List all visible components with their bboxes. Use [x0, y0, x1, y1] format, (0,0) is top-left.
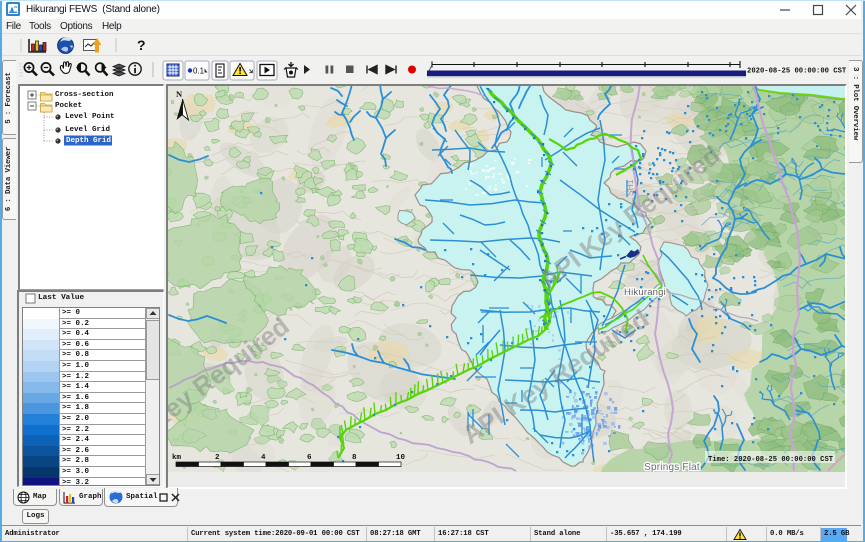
svg-text:?: ? — [137, 37, 146, 53]
svg-text:10: 10 — [396, 454, 406, 462]
svg-text:2: 2 — [215, 454, 220, 462]
svg-text:0.1: 0.1 — [193, 67, 205, 76]
svg-text:8: 8 — [352, 454, 357, 462]
svg-text:6: 6 — [307, 454, 312, 462]
svg-text:Hikurangi: Hikurangi — [624, 287, 666, 298]
svg-text:Time: 2020-08-25 00:00:00 CST: Time: 2020-08-25 00:00:00 CST — [708, 456, 834, 464]
svg-text:2020-08-25 00:00:00 CST: 2020-08-25 00:00:00 CST — [747, 68, 847, 76]
svg-text:km: km — [172, 454, 182, 462]
svg-text:Springs Flat: Springs Flat — [644, 462, 700, 473]
svg-text:N: N — [176, 89, 183, 99]
svg-text:4: 4 — [261, 454, 266, 462]
svg-text:SH1: SH1 — [625, 179, 635, 196]
